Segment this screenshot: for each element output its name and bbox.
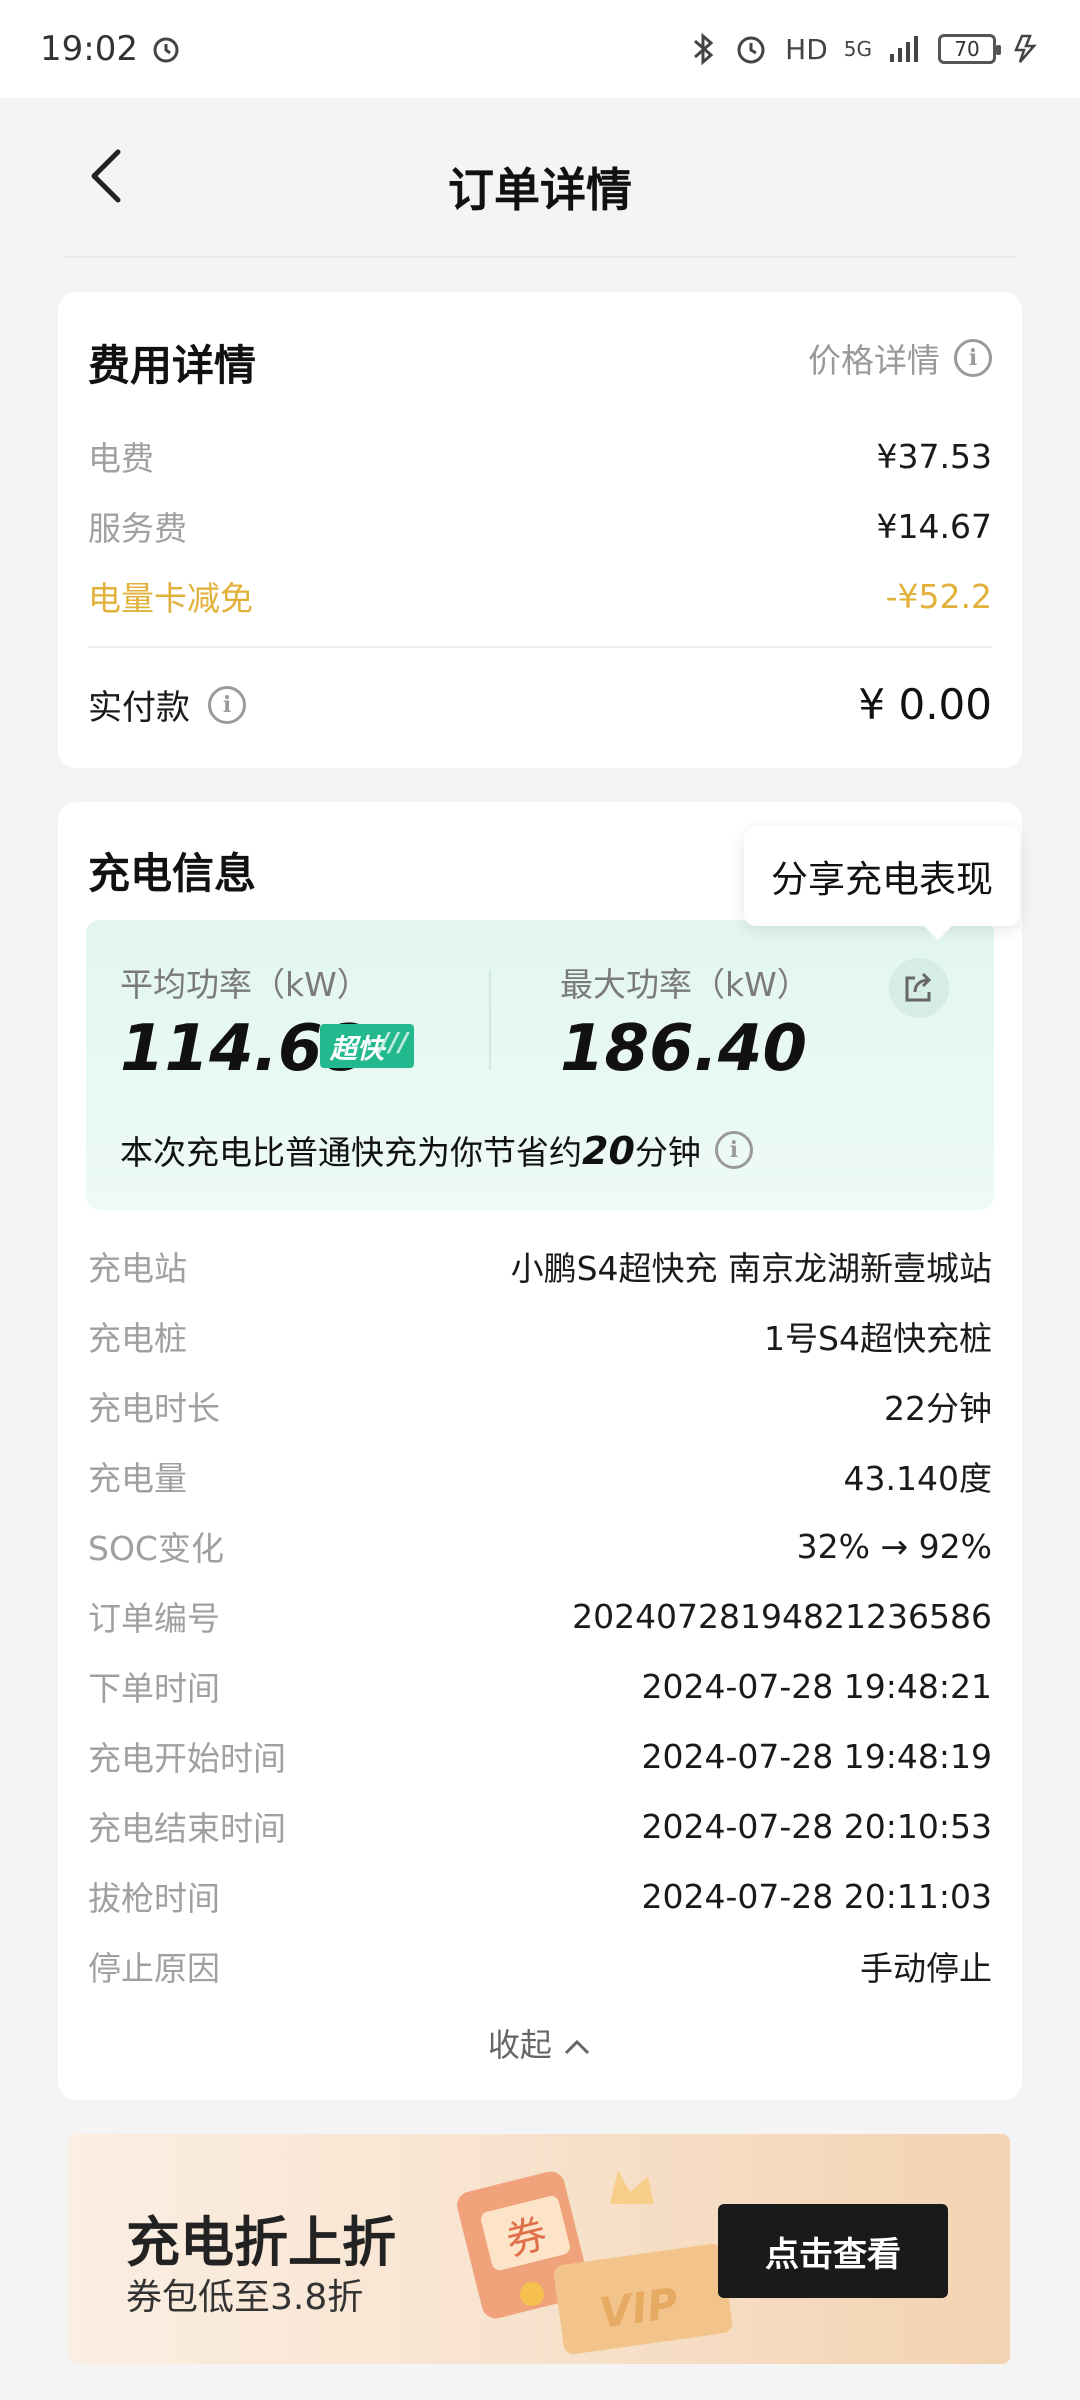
detail-row-value: 20240728194821236586 xyxy=(572,1596,992,1636)
fee-row-discount: 电量卡减免 -¥52.2 xyxy=(88,572,992,620)
fee-row-label: 电费 xyxy=(88,439,154,478)
bluetooth-icon xyxy=(694,32,714,66)
detail-row: 拔枪时间 2024-07-28 20:11:03 xyxy=(88,1872,992,1920)
detail-row-value: 2024-07-28 19:48:19 xyxy=(641,1736,992,1776)
signal-icon xyxy=(890,36,918,62)
stats-separator xyxy=(489,970,491,1070)
fee-row-value: ¥14.67 xyxy=(876,506,992,546)
alarm-icon xyxy=(153,37,179,63)
avg-power-label: 平均功率（kW） xyxy=(120,965,370,1004)
detail-row-label: 订单编号 xyxy=(88,1599,220,1638)
detail-row: 充电时长 22分钟 xyxy=(88,1382,992,1430)
detail-row: 充电结束时间 2024-07-28 20:10:53 xyxy=(88,1802,992,1850)
alarm-icon-right xyxy=(737,36,765,64)
detail-row-label: 充电结束时间 xyxy=(88,1809,286,1848)
paid-row: 实付款 i ¥ 0.00 xyxy=(88,680,992,729)
detail-row: 停止原因 手动停止 xyxy=(88,1942,992,1990)
fee-row-value: ¥37.53 xyxy=(876,436,992,476)
super-fast-badge: 超快 xyxy=(320,1024,414,1068)
detail-row-value: 22分钟 xyxy=(884,1389,992,1428)
page-title: 订单详情 xyxy=(448,163,632,217)
charging-icon xyxy=(1014,34,1037,63)
detail-row: 充电量 43.140度 xyxy=(88,1452,992,1500)
power-stats-box: 平均功率（kW） 114.68 超快 最大功率（kW） 186.40 本次充电比… xyxy=(86,920,994,1210)
tooltip-text: 分享充电表现 xyxy=(771,858,993,901)
price-detail-label: 价格详情 xyxy=(808,341,940,380)
share-button[interactable] xyxy=(889,958,949,1018)
banner-subtitle: 券包低至3.8折 xyxy=(126,2277,364,2318)
detail-row: 充电开始时间 2024-07-28 19:48:19 xyxy=(88,1732,992,1780)
fee-row-electricity: 电费 ¥37.53 xyxy=(88,432,992,480)
detail-row-value: 2024-07-28 20:10:53 xyxy=(641,1806,992,1846)
detail-row: 下单时间 2024-07-28 19:48:21 xyxy=(88,1662,992,1710)
detail-row-label: 充电站 xyxy=(88,1249,187,1288)
charge-info-card: 充电信息 平均功率（kW） 114.68 超快 最大功率（kW） 186.40 … xyxy=(58,802,1022,2100)
detail-row: 充电站 小鹏S4超快充 南京龙湖新壹城站 xyxy=(88,1242,992,1290)
detail-row: SOC变化 32% → 92% xyxy=(88,1522,992,1570)
save-prefix-text: 本次充电比普通快充为你节省约 xyxy=(120,1133,582,1172)
detail-row-label: 充电开始时间 xyxy=(88,1739,286,1778)
network-label: HD xyxy=(785,32,828,66)
detail-row-label: 充电时长 xyxy=(88,1389,220,1428)
battery-level: 70 xyxy=(954,37,980,61)
save-suffix: 分钟 xyxy=(634,1133,701,1172)
fee-card: 费用详情 价格详情 i 电费 ¥37.53 服务费 ¥14.67 电量卡减免 -… xyxy=(58,292,1022,768)
paid-label: 实付款 xyxy=(88,688,190,728)
detail-row-value: 2024-07-28 20:11:03 xyxy=(641,1876,992,1916)
status-right: HD 5G 70 xyxy=(691,31,1040,67)
fee-divider xyxy=(88,646,992,648)
charge-card-title: 充电信息 xyxy=(88,849,257,898)
detail-row-label: 充电量 xyxy=(88,1459,187,1498)
max-power-value: 186.40 xyxy=(560,1012,807,1086)
fee-card-title: 费用详情 xyxy=(88,341,257,390)
save-minutes: 20 xyxy=(582,1129,635,1173)
collapse-button[interactable]: 收起 xyxy=(58,2020,1022,2066)
detail-row-value: 2024-07-28 19:48:21 xyxy=(641,1666,992,1706)
paid-label-group: 实付款 i xyxy=(88,680,246,729)
view-button-label: 点击查看 xyxy=(765,2234,901,2275)
detail-row-value: 小鹏S4超快充 南京龙湖新壹城站 xyxy=(510,1249,992,1288)
detail-row-label: SOC变化 xyxy=(88,1529,224,1568)
detail-row-value: 手动停止 xyxy=(860,1949,992,1988)
detail-row-label: 停止原因 xyxy=(88,1949,220,1988)
share-icon xyxy=(905,972,932,1002)
fee-row-label: 服务费 xyxy=(88,509,187,548)
detail-row-label: 拔枪时间 xyxy=(88,1879,220,1918)
fee-row-value: -¥52.2 xyxy=(885,576,992,616)
status-left: 19:02 xyxy=(40,29,182,69)
save-info-icon[interactable]: i xyxy=(714,1131,753,1169)
max-power-label: 最大功率（kW） xyxy=(560,965,810,1004)
banner-title: 充电折上折 xyxy=(126,2211,396,2274)
info-icon: i xyxy=(954,339,992,377)
status-time: 19:02 xyxy=(40,29,138,69)
detail-row-label: 充电桩 xyxy=(88,1319,187,1358)
detail-row-value: 43.140度 xyxy=(843,1459,992,1498)
battery-icon: 70 xyxy=(938,34,1001,64)
badge-label: 超快 xyxy=(330,1033,384,1065)
time-saved-text: 本次充电比普通快充为你节省约20分钟 i xyxy=(120,1126,753,1174)
price-detail-link[interactable]: 价格详情 i xyxy=(808,334,992,382)
paid-info-icon[interactable]: i xyxy=(208,685,246,724)
paid-value: ¥ 0.00 xyxy=(858,680,992,729)
detail-row: 订单编号 20240728194821236586 xyxy=(88,1592,992,1640)
share-tooltip[interactable]: 分享充电表现 xyxy=(744,826,1020,940)
fee-row-service: 服务费 ¥14.67 xyxy=(88,502,992,550)
header-divider xyxy=(64,256,1016,258)
promo-banner[interactable]: 充电折上折 券包低至3.8折 券 VIP 点击查看 xyxy=(68,2134,1010,2364)
detail-row-value: 1号S4超快充桩 xyxy=(764,1319,992,1358)
detail-row-value: 32% → 92% xyxy=(796,1526,992,1566)
status-bar: 19:02 HD 5G 70 xyxy=(0,0,1080,98)
view-button[interactable]: 点击查看 xyxy=(718,2204,948,2298)
header: 订单详情 xyxy=(0,98,1080,258)
detail-row: 充电桩 1号S4超快充桩 xyxy=(88,1312,992,1360)
detail-row-label: 下单时间 xyxy=(88,1669,220,1708)
save-prefix: 本次充电比普通快充为你节省约20分钟 xyxy=(120,1126,701,1174)
collapse-label: 收起 xyxy=(487,2026,552,2064)
signal-label: 5G xyxy=(843,37,872,61)
fee-row-label: 电量卡减免 xyxy=(88,579,253,618)
chevron-up-icon xyxy=(565,2039,590,2055)
